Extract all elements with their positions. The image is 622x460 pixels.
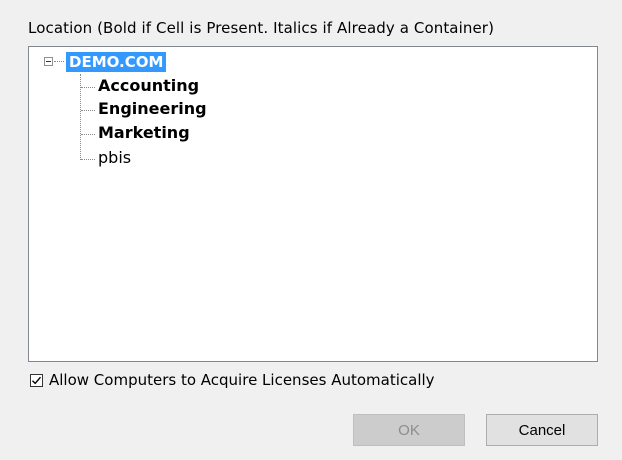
tree-node-demo-com[interactable]: DEMO.COM bbox=[66, 52, 167, 72]
allow-licenses-label: Allow Computers to Acquire Licenses Auto… bbox=[49, 371, 435, 389]
location-label: Location (Bold if Cell is Present. Itali… bbox=[28, 19, 495, 37]
cancel-button[interactable]: Cancel bbox=[486, 414, 598, 446]
tree-connector bbox=[81, 87, 95, 88]
tree-node-accounting[interactable]: Accounting bbox=[98, 76, 199, 96]
allow-licenses-checkbox[interactable] bbox=[30, 373, 43, 387]
tree-connector bbox=[54, 61, 64, 62]
tree-connector bbox=[81, 159, 95, 160]
tree-connector bbox=[81, 134, 95, 135]
ok-button[interactable]: OK bbox=[353, 414, 465, 446]
allow-licenses-option[interactable]: Allow Computers to Acquire Licenses Auto… bbox=[30, 371, 435, 389]
tree-connector bbox=[81, 110, 95, 111]
tree-node-engineering[interactable]: Engineering bbox=[98, 99, 207, 119]
collapse-icon[interactable] bbox=[44, 57, 53, 66]
tree-node-marketing[interactable]: Marketing bbox=[98, 123, 190, 143]
tree-node-pbis[interactable]: pbis bbox=[98, 148, 131, 168]
checkmark-icon bbox=[32, 376, 42, 384]
location-tree[interactable]: DEMO.COM Accounting Engineering Marketin… bbox=[28, 46, 598, 362]
